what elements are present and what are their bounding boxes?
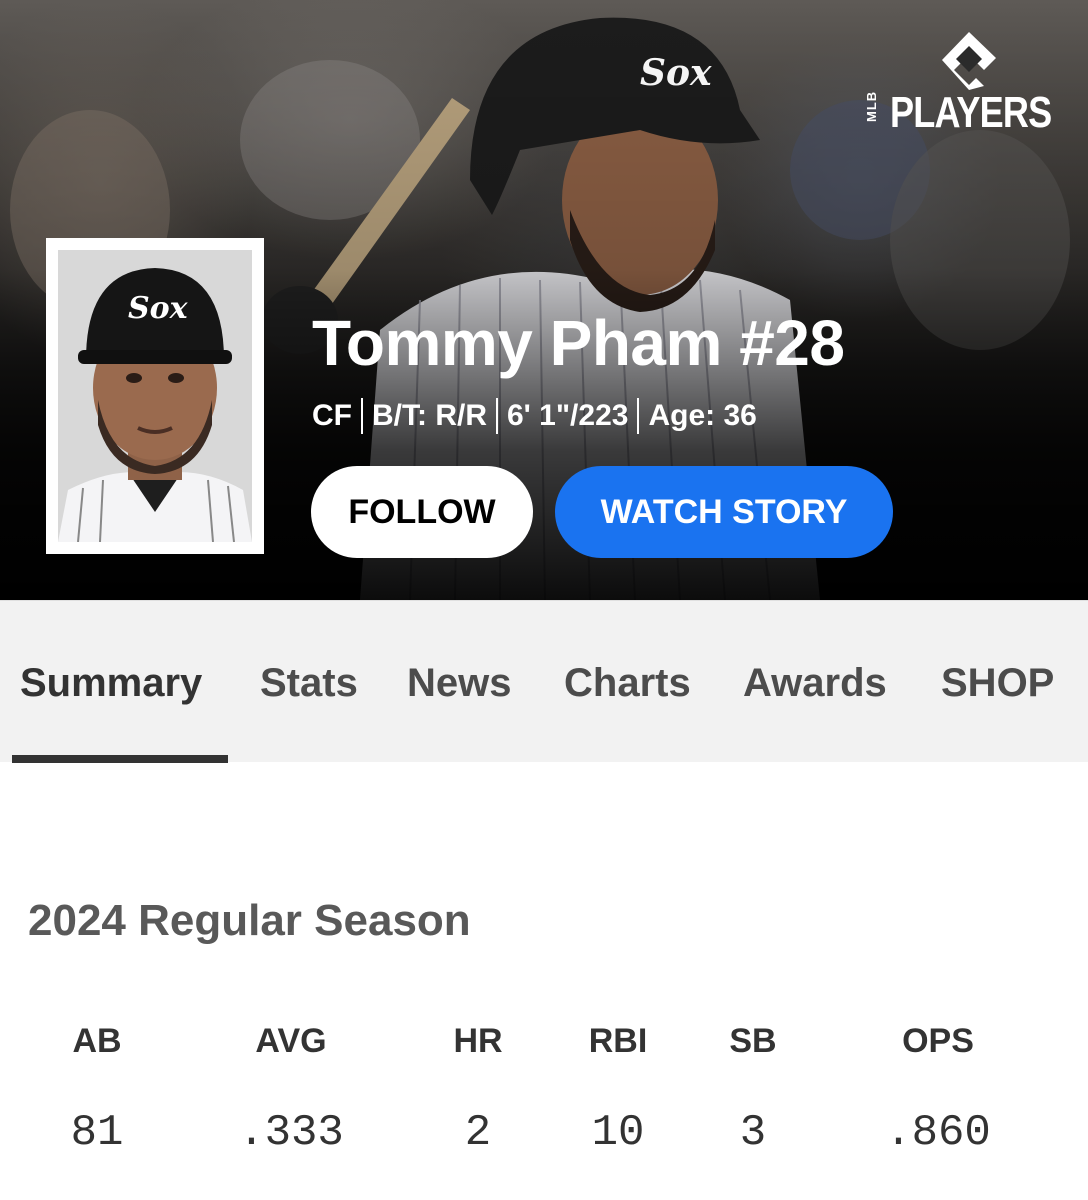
watch-story-button[interactable]: WATCH STORY [555, 466, 893, 558]
season-title: 2024 Regular Season [28, 896, 471, 945]
tab-charts[interactable]: Charts [564, 661, 691, 706]
stat-value: .333 [238, 1108, 344, 1158]
stat-avg: AVG .333 [201, 1022, 381, 1158]
divider [496, 398, 498, 434]
stat-value: 81 [70, 1108, 124, 1158]
player-hero-banner: Sox MLB PLAYERS [0, 0, 1088, 600]
player-tab-bar: Summary Stats News Charts Awards SHOP [0, 600, 1088, 763]
active-tab-indicator [12, 755, 228, 763]
divider [637, 398, 640, 434]
stat-value: 3 [739, 1108, 767, 1158]
player-age: Age: 36 [648, 399, 757, 432]
stat-label: AVG [255, 1022, 327, 1060]
brand-league-label: MLB [864, 90, 879, 122]
stat-label: OPS [902, 1022, 974, 1060]
follow-button[interactable]: FOLLOW [311, 466, 533, 558]
tab-shop[interactable]: SHOP [941, 661, 1054, 706]
tab-news[interactable]: News [407, 661, 512, 706]
stat-ops: OPS .860 [848, 1022, 1028, 1158]
divider [361, 398, 363, 434]
player-height-weight: 6' 1"/223 [507, 399, 629, 432]
stat-sb: SB 3 [663, 1022, 843, 1158]
player-name: Tommy Pham #28 [312, 307, 845, 379]
brand-name-label: PLAYERS [890, 88, 1052, 137]
player-bio-line: CF B/T: R/R 6' 1"/223 Age: 36 [312, 398, 757, 434]
mlb-players-logo: MLB PLAYERS [864, 30, 1068, 140]
player-bats-throws: B/T: R/R [372, 399, 487, 432]
tab-summary[interactable]: Summary [20, 661, 202, 706]
player-headshot: Sox [46, 238, 264, 554]
tab-stats[interactable]: Stats [260, 661, 358, 706]
player-position: CF [312, 399, 352, 432]
stat-label: AB [72, 1022, 122, 1060]
sox-cap-logo: Sox [128, 291, 189, 326]
stat-label: SB [729, 1022, 777, 1060]
player-headshot-image: Sox [58, 250, 252, 542]
mlbpa-shield-icon [942, 32, 996, 90]
tab-awards[interactable]: Awards [743, 661, 887, 706]
stat-ab: AB 81 [7, 1022, 187, 1158]
stat-value: .860 [885, 1108, 991, 1158]
